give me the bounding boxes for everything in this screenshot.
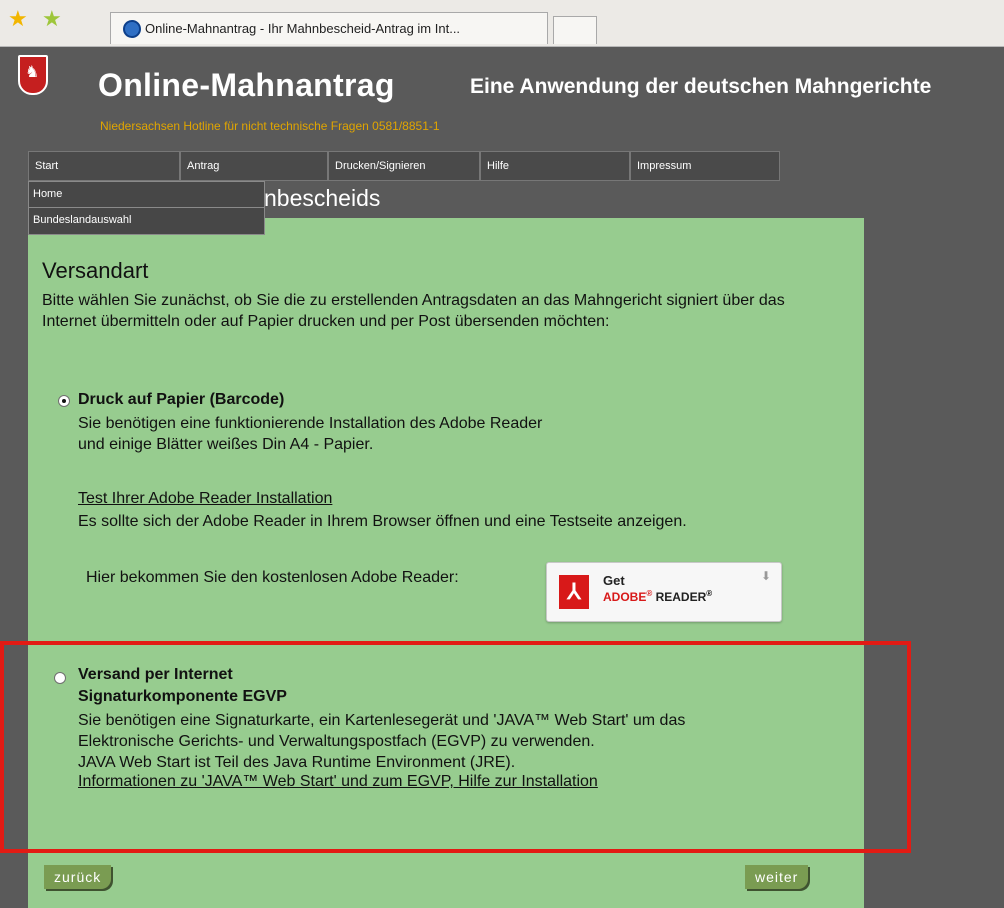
browser-tab[interactable]: Online-Mahnantrag - Ihr Mahnbescheid-Ant… (110, 12, 548, 44)
app-title: Online-Mahnantrag (98, 67, 395, 103)
menu-item-home[interactable]: Home (29, 182, 264, 208)
back-button[interactable]: zurück (44, 865, 112, 889)
section-title: Versandart (42, 258, 149, 283)
ie-page-icon (123, 20, 141, 38)
option-internet-label[interactable]: Versand per Internet (78, 666, 233, 684)
adobe-logo-icon: ⅄ (559, 575, 589, 609)
download-arrow-icon: ⬇ (760, 569, 771, 583)
option-paper-text-2: und einige Blätter weißes Din A4 - Papie… (78, 436, 374, 453)
adobe-test-text: Es sollte sich der Adobe Reader in Ihrem… (78, 513, 687, 530)
option-internet-sublabel: Signaturkomponente EGVP (78, 688, 287, 705)
adobe-reader-label: ADOBE® READER® (603, 589, 713, 604)
adobe-reader-text: Hier bekommen Sie den kostenlosen Adobe … (86, 569, 459, 586)
start-dropdown-menu: Home Bundeslandauswahl (28, 181, 265, 235)
nav-item-antrag[interactable]: Antrag (180, 151, 328, 181)
nav-item-start[interactable]: Start (28, 151, 180, 181)
content-panel: Versandart Bitte wählen Sie zunächst, ob… (28, 218, 864, 908)
intro-text: Bitte wählen Sie zunächst, ob Sie die zu… (42, 292, 785, 330)
app-header: ♞ Online-Mahnantrag Eine Anwendung der d… (0, 47, 1004, 150)
favorites-star-icon[interactable]: ★ (8, 8, 28, 30)
add-favorite-icon[interactable]: ★ (42, 8, 62, 30)
new-tab-button[interactable] (553, 16, 597, 44)
browser-tab-strip: ★ ★ Online-Mahnantrag - Ihr Mahnbescheid… (0, 0, 1004, 47)
get-adobe-reader-button[interactable]: ⅄ Get ADOBE® READER® ⬇ (546, 562, 782, 622)
browser-tab-title: Online-Mahnantrag - Ihr Mahnbescheid-Ant… (145, 21, 461, 36)
horse-icon: ♞ (25, 64, 40, 81)
nav-item-drucken-signieren[interactable]: Drucken/Signieren (328, 151, 480, 181)
option-internet-text-2: Elektronische Gerichts- und Verwaltungsp… (78, 733, 595, 750)
radio-paper[interactable] (58, 395, 70, 407)
hotline-info: Niedersachsen Hotline für nicht technisc… (100, 119, 440, 133)
next-button[interactable]: weiter (745, 865, 809, 889)
nav-item-hilfe[interactable]: Hilfe (480, 151, 630, 181)
option-internet-text-1: Sie benötigen eine Signaturkarte, ein Ka… (78, 712, 686, 729)
option-paper-label[interactable]: Druck auf Papier (Barcode) (78, 391, 284, 409)
adobe-get-label: Get (603, 573, 625, 588)
radio-internet[interactable] (54, 672, 66, 684)
niedersachsen-crest-icon: ♞ (18, 55, 48, 95)
app-subtitle: Eine Anwendung der deutschen Mahngericht… (470, 75, 932, 98)
option-paper-text-1: Sie benötigen eine funktionierende Insta… (78, 415, 543, 432)
nav-item-impressum[interactable]: Impressum (630, 151, 780, 181)
option-internet-text-3: JAVA Web Start ist Teil des Java Runtime… (78, 754, 516, 771)
java-info-link[interactable]: Informationen zu 'JAVA™ Web Start' und z… (78, 773, 598, 791)
adobe-product-label: READER (655, 590, 707, 604)
adobe-brand-label: ADOBE (603, 590, 647, 604)
menu-item-bundeslandauswahl[interactable]: Bundeslandauswahl (29, 208, 264, 234)
adobe-test-link[interactable]: Test Ihrer Adobe Reader Installation (78, 490, 332, 508)
